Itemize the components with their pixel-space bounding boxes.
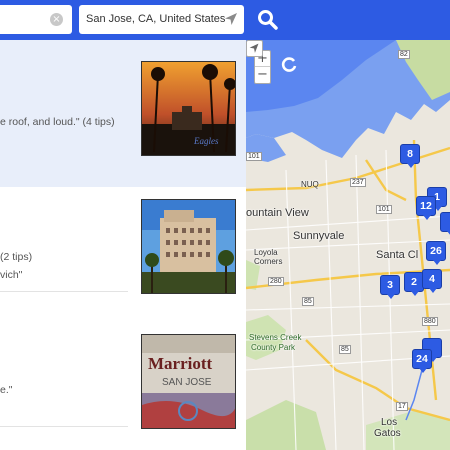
map-label-sunnyvale: Sunnyvale — [293, 230, 345, 242]
clear-icon[interactable]: × — [50, 13, 63, 26]
list-item[interactable]: e roof, and loud." (4 tips) Eagles — [0, 40, 246, 187]
query-input[interactable]: × — [0, 5, 72, 34]
road-shield: 237 — [350, 178, 366, 187]
tip-text: e." — [0, 384, 13, 396]
map-label-los: Los — [381, 417, 398, 428]
map-label-nuq: NUQ — [301, 180, 319, 189]
album-art-image: Eagles — [142, 62, 235, 155]
road-shield: 280 — [268, 277, 284, 286]
map-label-gatos: Gatos — [374, 428, 401, 439]
map-label-santa-clara: Santa Cl — [376, 249, 419, 261]
map-label-county-park: County Park — [251, 343, 296, 352]
road-shield: 880 — [422, 317, 438, 326]
map-label-corners: Corners — [254, 257, 283, 266]
refresh-icon[interactable] — [280, 56, 298, 74]
venue-photo[interactable] — [141, 199, 236, 294]
svg-text:Eagles: Eagles — [193, 136, 219, 146]
map-pin[interactable]: 3 — [380, 275, 400, 299]
marriott-sign: Marriott — [148, 354, 213, 373]
road-shield: 85 — [339, 345, 351, 354]
map-pin[interactable]: 24 — [412, 349, 432, 373]
map-label-mountain-view: ountain View — [246, 207, 309, 219]
road-shield: 17 — [396, 402, 408, 411]
divider — [0, 291, 128, 292]
location-input[interactable]: San Jose, CA, United States — [79, 5, 244, 34]
hotel-photo-image — [142, 200, 235, 293]
marriott-city: SAN JOSE — [162, 377, 212, 388]
locate-me-icon[interactable] — [246, 40, 263, 57]
road-shield: 82 — [398, 50, 410, 59]
tip-text: e roof, and loud." (4 tips) — [0, 116, 115, 128]
divider — [0, 426, 128, 427]
map-label-loyola: Loyola — [254, 248, 278, 257]
venue-photo[interactable]: Eagles — [141, 61, 236, 156]
map-tiles — [246, 40, 450, 450]
list-item[interactable]: (2 tips) vich" — [0, 187, 246, 297]
search-bar: × San Jose, CA, United States — [0, 0, 450, 40]
map-pin-partial[interactable] — [440, 212, 450, 236]
map-label-stevens-creek: Stevens Creek — [249, 333, 302, 342]
road-shield: 101 — [376, 205, 392, 214]
tip-text: vich" — [0, 269, 23, 281]
tip-text: (2 tips) — [0, 251, 33, 263]
zoom-out-button[interactable]: − — [255, 67, 270, 83]
results-list: e roof, and loud." (4 tips) Eagles (2 ti… — [0, 40, 246, 450]
road-shield: 101 — [246, 152, 262, 161]
map-pin[interactable]: 8 — [400, 144, 420, 168]
road-shield: 85 — [302, 297, 314, 306]
map-pin[interactable]: 12 — [416, 196, 436, 220]
venue-photo[interactable]: Marriott SAN JOSE — [141, 334, 236, 429]
location-arrow-icon[interactable] — [223, 11, 239, 27]
marriott-lobby-image: Marriott SAN JOSE — [142, 335, 235, 428]
location-value: San Jose, CA, United States — [86, 13, 226, 25]
map-pin[interactable]: 2 — [404, 272, 424, 296]
map-pin[interactable]: 4 — [422, 269, 442, 293]
list-item[interactable]: e." Marriott SAN JOSE — [0, 297, 246, 429]
map-pin[interactable]: 26 — [426, 241, 446, 265]
search-icon[interactable] — [256, 8, 280, 32]
map-view[interactable]: + − ountain View Sunnyvale Santa Cl Loyo… — [246, 40, 450, 450]
